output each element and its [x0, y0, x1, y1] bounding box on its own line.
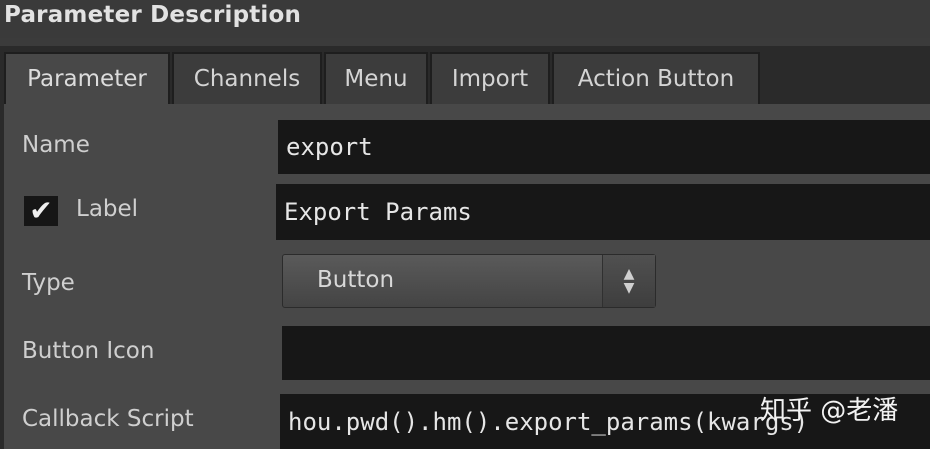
- button-icon-label: Button Icon: [22, 338, 155, 364]
- chevron-down-icon: ▼: [623, 280, 635, 296]
- button-icon-field[interactable]: [282, 326, 930, 380]
- label-label: Label: [76, 196, 139, 222]
- callback-script-label: Callback Script: [22, 406, 194, 432]
- parameter-description-window: Parameter Description Parameter Channels…: [0, 0, 930, 449]
- callback-script-value: hou.pwd().hm().export_params(kwargs): [288, 407, 809, 436]
- label-field[interactable]: Export Params: [276, 184, 930, 240]
- tab-parameter[interactable]: Parameter: [4, 52, 170, 104]
- header-bar: Parameter Description: [0, 0, 930, 38]
- name-field[interactable]: export: [278, 120, 930, 174]
- label-checkbox[interactable]: ✔: [24, 196, 58, 226]
- select-arrows-icon: ▲ ▼: [602, 255, 655, 307]
- label-field-value: Export Params: [284, 198, 472, 226]
- tab-import[interactable]: Import: [430, 52, 550, 104]
- tab-strip: Parameter Channels Menu Import Action Bu…: [4, 52, 762, 104]
- tab-channels[interactable]: Channels: [172, 52, 322, 104]
- type-label: Type: [22, 270, 75, 296]
- page-title: Parameter Description: [4, 2, 302, 28]
- tab-menu[interactable]: Menu: [324, 52, 428, 104]
- type-select-value: Button: [317, 267, 395, 293]
- check-icon: ✔: [29, 194, 53, 227]
- name-field-value: export: [286, 133, 373, 161]
- type-select[interactable]: Button ▲ ▼: [282, 254, 656, 308]
- chevron-up-icon: ▲: [623, 266, 635, 282]
- tab-action-button[interactable]: Action Button: [552, 52, 760, 104]
- name-label: Name: [22, 132, 90, 158]
- watermark: 知乎 @老潘: [760, 396, 899, 426]
